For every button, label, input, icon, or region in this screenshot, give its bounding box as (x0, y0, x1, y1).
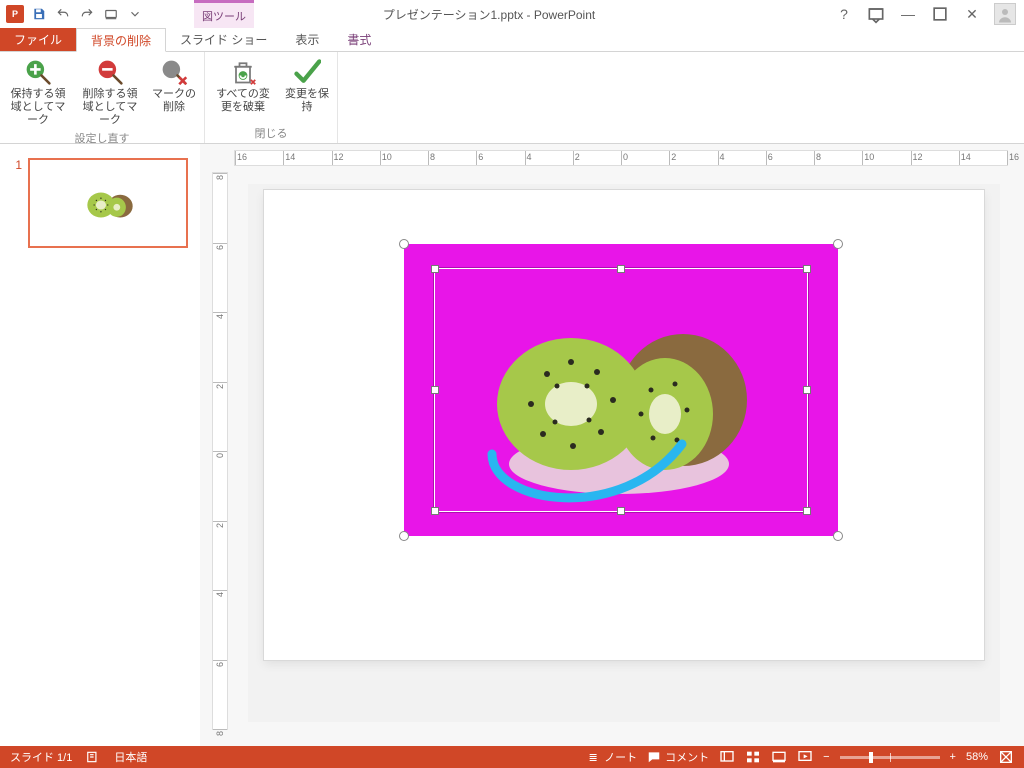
slide-counter[interactable]: スライド 1/1 (10, 749, 72, 765)
slide-thumbnail-1[interactable] (28, 158, 188, 248)
selected-picture[interactable] (404, 244, 838, 536)
comments-icon (647, 750, 661, 764)
notes-label: ノート (604, 749, 637, 765)
ribbon-tabs: ファイル 背景の削除 スライド ショー 表示 書式 (0, 28, 1024, 52)
handle-sw[interactable] (431, 507, 439, 515)
horizontal-ruler[interactable]: 1614121086420246810121416 (234, 150, 1008, 166)
delete-mark-label: マークの削除 (150, 88, 198, 114)
contextual-tab-group-picture-tools: 図ツール (194, 0, 254, 28)
notes-icon: ≣ (586, 750, 600, 764)
mark-keep-label: 保持する領域としてマーク (6, 88, 70, 128)
language-indicator[interactable]: 日本語 (114, 749, 147, 765)
handle-ne[interactable] (803, 265, 811, 273)
ribbon-group-close-label: 閉じる (255, 123, 288, 141)
help-icon[interactable]: ? (834, 4, 854, 24)
discard-all-changes-button[interactable]: すべての変更を破棄 (211, 56, 275, 123)
zoom-slider-thumb[interactable] (869, 752, 873, 763)
thumbnail-row: 1 (10, 158, 190, 248)
ribbon-group-refine-label: 設定し直す (75, 128, 130, 146)
ribbon: 保持する領域としてマーク 削除する領域としてマーク マークの削除 設定し直す (0, 52, 1024, 144)
mark-remove-icon (96, 58, 124, 86)
slide-canvas-area[interactable] (248, 184, 1000, 722)
spellcheck-icon (86, 750, 100, 764)
zoom-in-button[interactable]: + (950, 751, 956, 763)
discard-icon (229, 58, 257, 86)
zoom-out-button[interactable]: − (823, 751, 829, 763)
ribbon-display-options-icon[interactable] (866, 4, 886, 24)
workspace: 1 1614121086420246810121416 864202468 (0, 144, 1024, 746)
slide-thumbnails-pane[interactable]: 1 (0, 144, 200, 746)
picture-handle-nw[interactable] (399, 239, 409, 249)
slide[interactable] (264, 190, 984, 660)
picture-handle-ne[interactable] (833, 239, 843, 249)
minimize-icon[interactable]: — (898, 4, 918, 24)
removal-marquee[interactable] (434, 268, 808, 512)
delete-mark-button[interactable]: マークの削除 (150, 56, 198, 128)
zoom-slider-midpoint (890, 753, 891, 762)
thumbnail-kiwi-icon (80, 188, 140, 222)
window-controls: ? — ✕ (834, 0, 1024, 28)
handle-s[interactable] (617, 507, 625, 515)
fit-to-window-button[interactable] (998, 749, 1014, 765)
handle-e[interactable] (803, 386, 811, 394)
mark-areas-to-keep-button[interactable]: 保持する領域としてマーク (6, 56, 70, 128)
handle-nw[interactable] (431, 265, 439, 273)
ribbon-group-refine: 保持する領域としてマーク 削除する領域としてマーク マークの削除 設定し直す (0, 52, 205, 143)
spellcheck-button[interactable] (86, 750, 100, 764)
powerpoint-app-icon: P (6, 5, 24, 23)
picture-handle-se[interactable] (833, 531, 843, 541)
keep-changes-button[interactable]: 変更を保持 (283, 56, 331, 123)
window-title: プレゼンテーション1.pptx - PowerPoint (383, 6, 595, 23)
tab-view[interactable]: 表示 (281, 28, 333, 51)
mark-keep-icon (24, 58, 52, 86)
handle-n[interactable] (617, 265, 625, 273)
comments-button[interactable]: コメント (647, 749, 709, 765)
save-icon[interactable] (30, 5, 48, 23)
notes-button[interactable]: ≣ ノート (586, 749, 637, 765)
slide-editor: 1614121086420246810121416 864202468 (200, 144, 1024, 746)
zoom-slider[interactable] (840, 756, 940, 759)
keep-changes-label: 変更を保持 (283, 88, 331, 114)
mark-remove-label: 削除する領域としてマーク (78, 88, 142, 128)
title-bar: P 図ツール プレゼンテーション1.pptx - PowerPoint ? — … (0, 0, 1024, 28)
normal-view-button[interactable] (719, 749, 735, 765)
reading-view-button[interactable] (771, 749, 787, 765)
handle-w[interactable] (431, 386, 439, 394)
undo-icon[interactable] (54, 5, 72, 23)
status-bar: スライド 1/1 日本語 ≣ ノート コメント (0, 746, 1024, 768)
handle-se[interactable] (803, 507, 811, 515)
tab-file[interactable]: ファイル (0, 28, 76, 51)
delete-mark-icon (160, 58, 188, 86)
comments-label: コメント (665, 749, 709, 765)
picture-handle-sw[interactable] (399, 531, 409, 541)
tab-format[interactable]: 書式 (333, 28, 385, 51)
vertical-ruler[interactable]: 864202468 (212, 172, 228, 730)
close-icon[interactable]: ✕ (962, 4, 982, 24)
zoom-percent[interactable]: 58% (966, 751, 988, 763)
redo-icon[interactable] (78, 5, 96, 23)
thumbnail-number: 1 (10, 158, 22, 248)
keep-changes-icon (293, 58, 321, 86)
tab-background-removal[interactable]: 背景の削除 (76, 28, 166, 52)
slide-sorter-view-button[interactable] (745, 749, 761, 765)
start-from-beginning-icon[interactable] (102, 5, 120, 23)
discard-label: すべての変更を破棄 (211, 88, 275, 114)
title-center: 図ツール プレゼンテーション1.pptx - PowerPoint (144, 0, 834, 28)
qat-customize-chevron-icon[interactable] (126, 5, 144, 23)
quick-access-toolbar: P (0, 0, 144, 28)
account-avatar[interactable] (994, 3, 1016, 25)
ribbon-group-close: すべての変更を破棄 変更を保持 閉じる (205, 52, 338, 143)
slideshow-view-button[interactable] (797, 749, 813, 765)
mark-areas-to-remove-button[interactable]: 削除する領域としてマーク (78, 56, 142, 128)
tab-slideshow[interactable]: スライド ショー (166, 28, 281, 51)
maximize-icon[interactable] (930, 4, 950, 24)
